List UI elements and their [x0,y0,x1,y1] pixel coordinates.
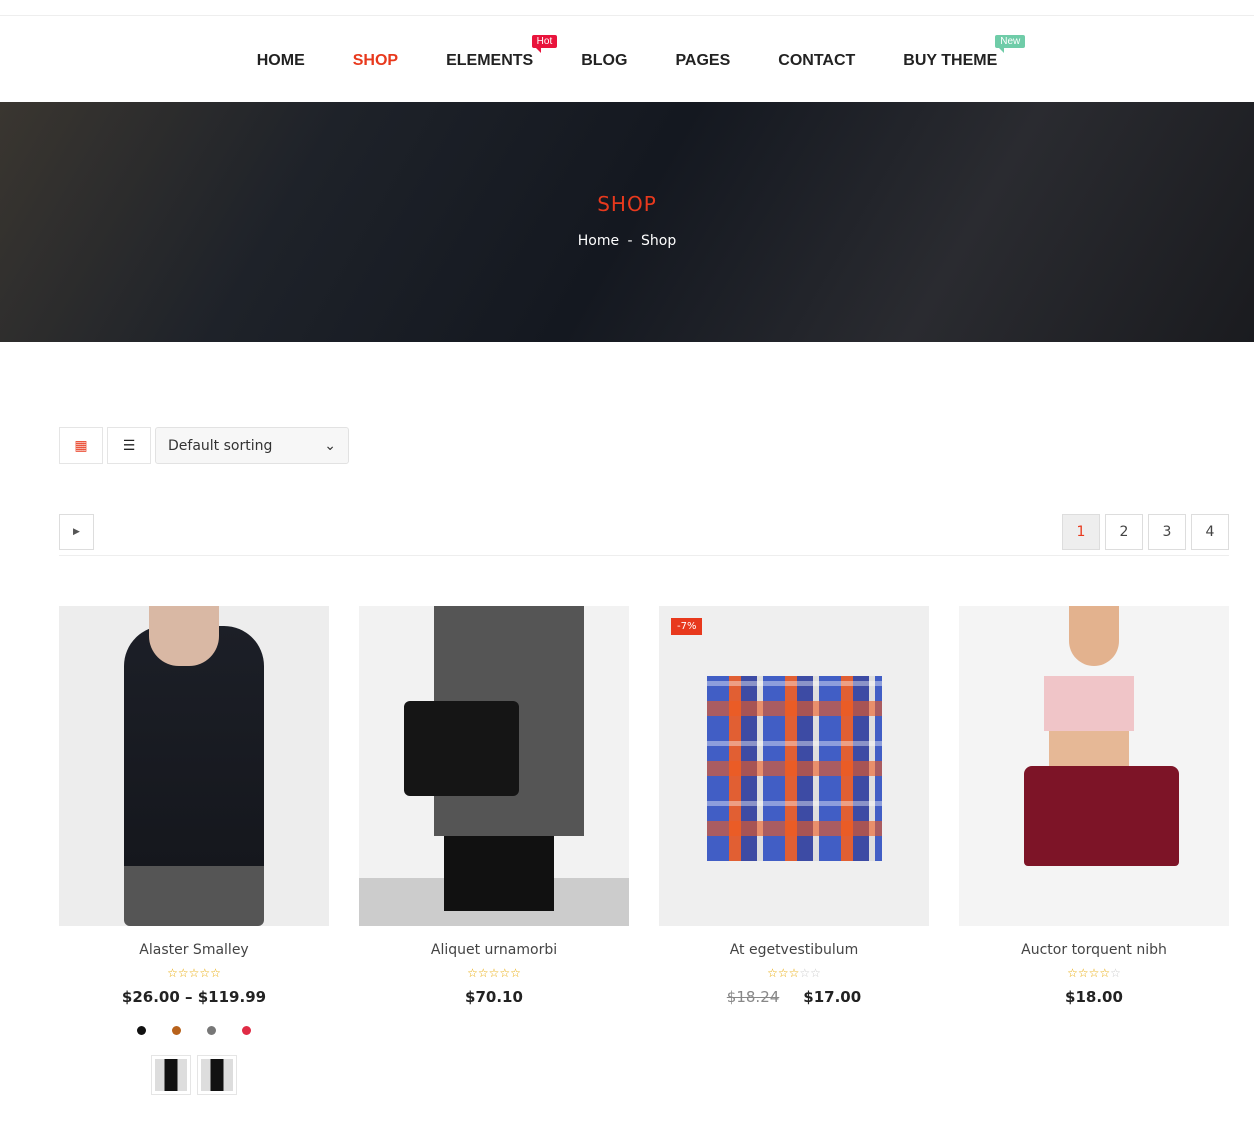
star-icon: ☆ [177,966,189,980]
list-view-button[interactable]: ☰ [107,427,151,464]
filter-toggle-button[interactable]: ▶ [59,514,94,550]
old-price: $18.24 [726,988,780,1006]
pagination-row: ▶ 1 2 3 4 [59,514,1229,556]
star-icon: ☆ [467,966,478,980]
product-price: $18.24 $17.00 [659,988,929,1006]
product-card: Alaster Smalley ☆☆☆☆☆ $26.00 – $119.99 [59,606,329,1095]
sale-badge: -7% [671,618,703,635]
star-icon: ☆ [810,966,821,980]
grid-view-button[interactable]: ▦ [59,427,103,464]
star-icon: ☆ [799,966,811,980]
nav-contact[interactable]: CONTACT [778,48,855,70]
product-name[interactable]: Aliquet urnamorbi [359,942,629,958]
product-card: Aliquet urnamorbi ☆☆☆☆☆ $70.10 [359,606,629,1095]
breadcrumb-home[interactable]: Home [578,233,619,249]
image-thumbnails [59,1055,329,1095]
nav-home[interactable]: HOME [257,48,305,70]
swatch-brown[interactable] [172,1026,181,1035]
page-2[interactable]: 2 [1105,514,1143,550]
star-icon: ☆ [1088,966,1100,980]
sort-value: Default sorting [168,437,273,454]
product-price: $70.10 [465,988,523,1006]
breadcrumb-current: Shop [641,233,677,249]
page-banner: SHOP Home - Shop [0,102,1254,342]
chevron-down-icon: ⌄ [324,437,336,454]
product-image[interactable] [959,606,1229,926]
star-icon: ☆ [510,966,521,980]
nav-buy-theme[interactable]: BUY THEME New [903,35,1026,70]
caret-right-icon: ▶ [73,527,80,537]
star-icon: ☆ [1110,966,1121,980]
thumbnail[interactable] [197,1055,237,1095]
hot-badge: Hot [531,35,558,53]
product-price: $18.00 [1065,988,1123,1006]
product-name[interactable]: Auctor torquent nibh [959,942,1229,958]
breadcrumb: Home - Shop [0,233,1254,249]
product-card: -7% At egetvestibulum ☆☆☆☆☆ $18.24 $17.00 [659,606,929,1095]
page-1[interactable]: 1 [1062,514,1100,550]
product-name[interactable]: Alaster Smalley [59,942,329,958]
color-swatches [59,1026,329,1035]
product-image[interactable] [359,606,629,926]
breadcrumb-separator: - [627,233,633,249]
swatch-black[interactable] [137,1026,146,1035]
page-4[interactable]: 4 [1191,514,1229,550]
star-icon: ☆ [167,966,178,980]
product-card: Auctor torquent nibh ☆☆☆☆☆ $18.00 [959,606,1229,1095]
star-icon: ☆ [1067,966,1078,980]
star-rating: ☆☆☆☆☆ [59,966,329,980]
star-icon: ☆ [499,966,511,980]
product-name[interactable]: At egetvestibulum [659,942,929,958]
product-image[interactable]: -7% [659,606,929,926]
main-nav: HOME SHOP ELEMENTS Hot BLOG PAGES CONTACT… [0,16,1254,102]
star-icon: ☆ [199,966,211,980]
page-title: SHOP [597,192,657,216]
shop-toolbar: ▦ ☰ Default sorting ⌄ [59,427,349,464]
product-grid: Alaster Smalley ☆☆☆☆☆ $26.00 – $119.99 A… [59,606,1229,1095]
page-3[interactable]: 3 [1148,514,1186,550]
star-icon: ☆ [477,966,489,980]
top-bar [0,0,1254,16]
new-badge: New [995,35,1026,53]
star-rating: ☆☆☆☆☆ [359,966,629,980]
product-price: $26.00 – $119.99 [121,988,267,1006]
sort-select[interactable]: Default sorting ⌄ [155,427,349,464]
star-icon: ☆ [767,966,778,980]
star-icon: ☆ [488,966,500,980]
nav-blog[interactable]: BLOG [581,48,627,70]
star-icon: ☆ [188,966,200,980]
star-icon: ☆ [1077,966,1089,980]
star-icon: ☆ [1099,966,1111,980]
swatch-red[interactable] [242,1026,251,1035]
thumbnail[interactable] [151,1055,191,1095]
nav-elements[interactable]: ELEMENTS Hot [446,35,558,70]
pagination: 1 2 3 4 [1062,514,1229,550]
sale-price: $17.00 [803,988,862,1006]
star-rating: ☆☆☆☆☆ [659,966,929,980]
nav-shop[interactable]: SHOP [353,48,398,70]
list-icon: ☰ [122,437,136,454]
star-icon: ☆ [788,966,800,980]
star-icon: ☆ [210,966,221,980]
star-rating: ☆☆☆☆☆ [959,966,1229,980]
nav-pages[interactable]: PAGES [675,48,730,70]
star-icon: ☆ [777,966,789,980]
grid-icon: ▦ [74,437,88,454]
swatch-gray[interactable] [207,1026,216,1035]
product-image[interactable] [59,606,329,926]
